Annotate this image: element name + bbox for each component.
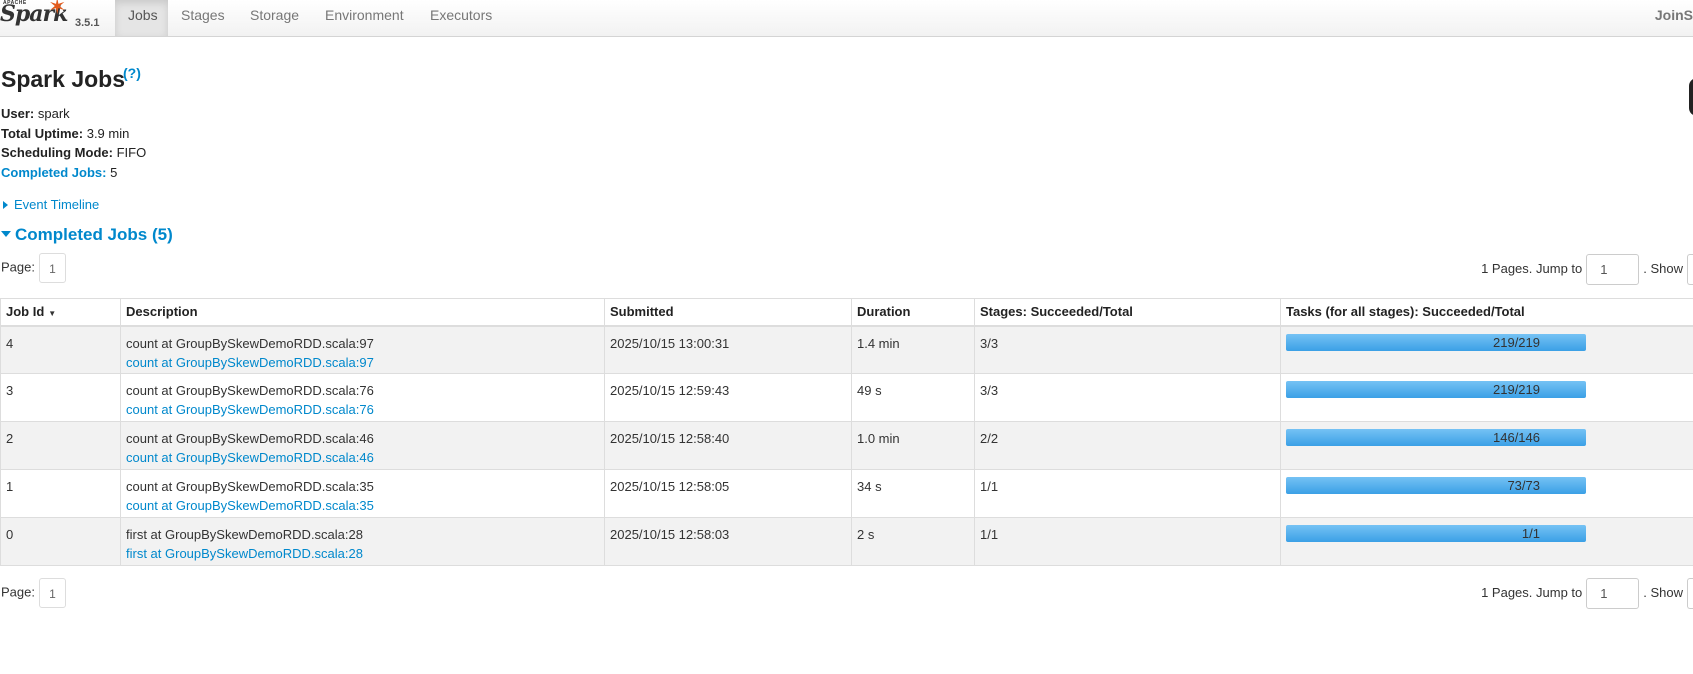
page-button-1[interactable]: 1 bbox=[38, 578, 66, 608]
tasks-progress-bar: 219/219 bbox=[1286, 381, 1586, 398]
job-id-cell: 2 bbox=[0, 421, 121, 470]
table-row: 4 count at GroupBySkewDemoRDD.scala:97 co… bbox=[0, 325, 1693, 374]
stages-cell: 1/1 bbox=[974, 517, 1281, 566]
spark-version: 3.5.1 bbox=[75, 17, 100, 29]
job-detail-link[interactable]: count at GroupBySkewDemoRDD.scala:76 bbox=[126, 402, 374, 417]
table-row: 3 count at GroupBySkewDemoRDD.scala:76 co… bbox=[0, 373, 1693, 422]
page-button-1[interactable]: 1 bbox=[38, 253, 66, 283]
completed-jobs-table: Job Id ▼ Description Submitted Duration S… bbox=[0, 298, 1693, 566]
caret-down-icon bbox=[1, 230, 11, 237]
spark-star-icon: ✶ bbox=[48, 0, 67, 19]
submitted-cell: 2025/10/15 12:58:03 bbox=[604, 517, 852, 566]
table-row: 2 count at GroupBySkewDemoRDD.scala:46 co… bbox=[0, 421, 1693, 470]
top-navbar: APACHE Spark ✶ 3.5.1 Jobs Stages Storage… bbox=[0, 0, 1693, 37]
stages-cell: 3/3 bbox=[974, 325, 1281, 374]
tasks-cell: 1/1 bbox=[1280, 517, 1693, 566]
column-header-description[interactable]: Description bbox=[120, 298, 605, 327]
caret-right-icon bbox=[3, 200, 8, 209]
side-widget-edge[interactable] bbox=[1689, 78, 1693, 116]
submitted-cell: 2025/10/15 12:58:05 bbox=[604, 469, 852, 518]
tasks-progress-bar: 219/219 bbox=[1286, 333, 1586, 351]
submitted-cell: 2025/10/15 12:59:43 bbox=[604, 373, 852, 422]
tab-stages[interactable]: Stages bbox=[168, 0, 238, 36]
job-detail-link[interactable]: count at GroupBySkewDemoRDD.scala:46 bbox=[126, 450, 374, 465]
completed-jobs-link[interactable]: Completed Jobs: bbox=[1, 165, 106, 180]
progress-label: 73/73 bbox=[1507, 478, 1540, 493]
tasks-progress-bar: 146/146 bbox=[1286, 429, 1586, 446]
spark-logo[interactable]: APACHE Spark ✶ 3.5.1 bbox=[0, 0, 115, 37]
table-row: 0 first at GroupBySkewDemoRDD.scala:28 fi… bbox=[0, 517, 1693, 566]
progress-label: 1/1 bbox=[1521, 526, 1540, 541]
column-header-submitted[interactable]: Submitted bbox=[604, 298, 852, 327]
job-detail-link[interactable]: count at GroupBySkewDemoRDD.scala:97 bbox=[126, 355, 374, 370]
page-size-input[interactable] bbox=[1687, 254, 1693, 285]
completed-jobs-toggle[interactable]: Completed Jobs (5) bbox=[1, 225, 173, 245]
tab-executors[interactable]: Executors bbox=[417, 0, 505, 36]
job-id-cell: 3 bbox=[0, 373, 121, 422]
application-name: JoinS bbox=[1654, 7, 1693, 23]
description-cell: count at GroupBySkewDemoRDD.scala:97 coun… bbox=[120, 325, 605, 374]
tasks-cell: 73/73 bbox=[1280, 469, 1693, 518]
job-id-cell: 1 bbox=[0, 469, 121, 518]
column-header-tasks[interactable]: Tasks (for all stages): Succeeded/Total bbox=[1280, 298, 1693, 327]
stages-cell: 1/1 bbox=[974, 469, 1281, 518]
job-id-cell: 0 bbox=[0, 517, 121, 566]
job-id-cell: 4 bbox=[0, 325, 121, 374]
job-detail-link[interactable]: count at GroupBySkewDemoRDD.scala:35 bbox=[126, 498, 374, 513]
column-header-stages[interactable]: Stages: Succeeded/Total bbox=[974, 298, 1281, 327]
tab-storage[interactable]: Storage bbox=[237, 0, 312, 36]
page-size-input[interactable] bbox=[1687, 578, 1693, 609]
pagination-controls-bottom: 1 Pages. Jump to 1. Show bbox=[1481, 578, 1693, 609]
sort-desc-icon: ▼ bbox=[48, 309, 57, 319]
pagination-bottom: Page: 1 bbox=[1, 578, 66, 608]
column-header-duration[interactable]: Duration bbox=[851, 298, 975, 327]
progress-label: 219/219 bbox=[1493, 334, 1540, 350]
help-link[interactable]: (?) bbox=[123, 65, 141, 81]
duration-cell: 1.4 min bbox=[851, 325, 975, 374]
stages-cell: 3/3 bbox=[974, 373, 1281, 422]
description-cell: first at GroupBySkewDemoRDD.scala:28 firs… bbox=[120, 517, 605, 566]
progress-label: 219/219 bbox=[1493, 382, 1540, 397]
tasks-cell: 219/219 bbox=[1280, 373, 1693, 422]
summary-uptime: Total Uptime: 3.9 min bbox=[1, 125, 130, 141]
table-header-row: Job Id ▼ Description Submitted Duration S… bbox=[0, 298, 1693, 327]
submitted-cell: 2025/10/15 12:58:40 bbox=[604, 421, 852, 470]
job-summary: User: spark Total Uptime: 3.9 min Schedu… bbox=[1, 104, 146, 182]
summary-scheduling: Scheduling Mode: FIFO bbox=[1, 145, 147, 160]
description-cell: count at GroupBySkewDemoRDD.scala:76 coun… bbox=[120, 373, 605, 422]
submitted-cell: 2025/10/15 13:00:31 bbox=[604, 325, 852, 374]
duration-cell: 1.0 min bbox=[851, 421, 975, 470]
duration-cell: 34 s bbox=[851, 469, 975, 518]
tasks-cell: 219/219 bbox=[1280, 325, 1693, 374]
page-title: Spark Jobs bbox=[1, 66, 125, 92]
pagination-top: Page: 1 bbox=[1, 253, 66, 283]
description-cell: count at GroupBySkewDemoRDD.scala:46 coun… bbox=[120, 421, 605, 470]
progress-label: 146/146 bbox=[1493, 430, 1540, 445]
tasks-progress-bar: 73/73 bbox=[1286, 477, 1586, 494]
stages-cell: 2/2 bbox=[974, 421, 1281, 470]
summary-user: User: spark bbox=[1, 106, 70, 121]
duration-cell: 2 s bbox=[851, 517, 975, 566]
column-header-job-id[interactable]: Job Id ▼ bbox=[0, 298, 121, 327]
tab-environment[interactable]: Environment bbox=[312, 0, 417, 36]
job-detail-link[interactable]: first at GroupBySkewDemoRDD.scala:28 bbox=[126, 546, 363, 561]
tasks-progress-bar: 1/1 bbox=[1286, 525, 1586, 542]
jump-to-page-input[interactable]: 1 bbox=[1586, 578, 1640, 609]
tab-jobs[interactable]: Jobs bbox=[115, 0, 168, 36]
tasks-cell: 146/146 bbox=[1280, 421, 1693, 470]
description-cell: count at GroupBySkewDemoRDD.scala:35 coun… bbox=[120, 469, 605, 518]
event-timeline-toggle[interactable]: Event Timeline bbox=[3, 197, 99, 212]
jump-to-page-input[interactable]: 1 bbox=[1586, 254, 1640, 285]
summary-completed: Completed Jobs: 5 bbox=[1, 164, 118, 180]
pagination-controls-top: 1 Pages. Jump to 1. Show bbox=[1481, 254, 1693, 285]
duration-cell: 49 s bbox=[851, 373, 975, 422]
table-row: 1 count at GroupBySkewDemoRDD.scala:35 co… bbox=[0, 469, 1693, 518]
